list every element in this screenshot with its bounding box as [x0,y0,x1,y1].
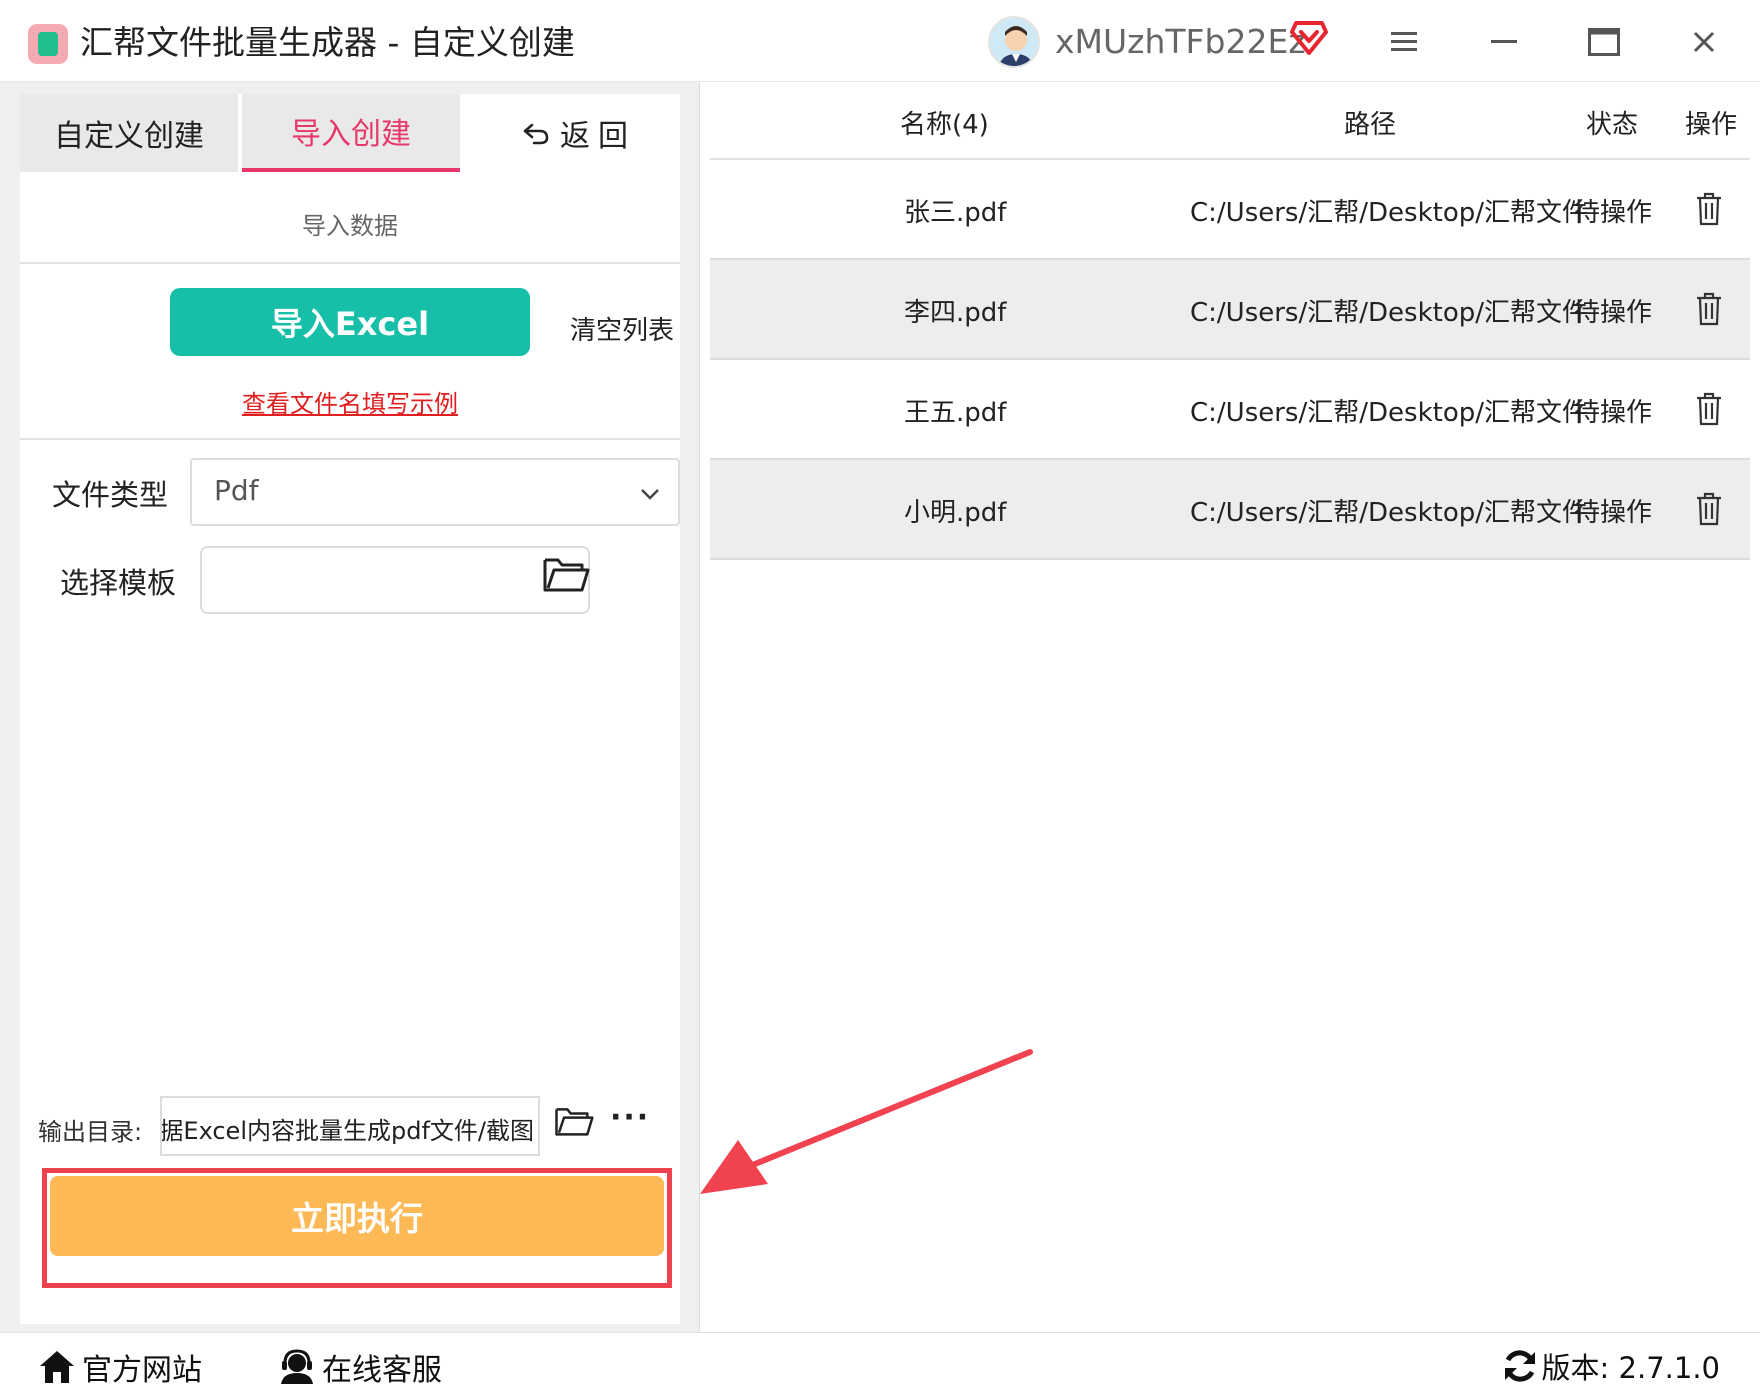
row-path: C:/Users/汇帮/Desktop/汇帮文件 [1190,498,1588,528]
tab-import-create[interactable]: 导入创建 [242,94,460,172]
close-button[interactable] [1680,18,1728,66]
output-dir-value: 据Excel内容批量生成pdf文件/截图 [160,1117,534,1145]
output-folder-button[interactable] [554,1104,594,1142]
maximize-icon [1588,28,1620,56]
support-label: 在线客服 [322,1353,442,1388]
minimize-button[interactable] [1480,18,1528,66]
website-label: 官方网站 [82,1353,202,1388]
table-row[interactable]: 小明.pdf C:/Users/汇帮/Desktop/汇帮文件 待操作 [710,460,1750,560]
row-status: 待操作 [1574,298,1653,328]
more-options-button[interactable]: ··· [610,1100,650,1135]
row-status: 待操作 [1574,398,1653,428]
version-info: 版本: 2.7.1.0 [1502,1345,1720,1387]
row-path: C:/Users/汇帮/Desktop/汇帮文件 [1190,398,1588,428]
online-support-link[interactable]: 在线客服 [278,1345,442,1389]
row-path: C:/Users/汇帮/Desktop/汇帮文件 [1190,298,1588,328]
chevron-down-icon [641,489,659,500]
close-icon [1693,31,1715,53]
clear-list-button[interactable]: 清空列表 [570,310,674,347]
execute-button[interactable]: 立即执行 [50,1176,664,1256]
official-website-link[interactable]: 官方网站 [38,1345,202,1389]
trash-icon[interactable] [1694,392,1724,426]
divider [20,262,680,264]
back-button[interactable]: 返回 [484,94,674,172]
trash-icon[interactable] [1694,292,1724,326]
version-label: 版本: 2.7.1.0 [1541,1351,1720,1385]
row-path: C:/Users/汇帮/Desktop/汇帮文件 [1190,198,1588,228]
section-title: 导入数据 [302,212,398,240]
footer-bar: 官方网站 在线客服 版本: 2.7.1.0 [0,1332,1760,1400]
file-type-label: 文件类型 [52,478,169,512]
left-panel: 自定义创建 导入创建 返回 导入数据 导入Excel 清空列表 查看文件名填写示… [0,82,700,1332]
table-header: 名称(4) 路径 状态 操作 [710,82,1750,160]
template-folder-button[interactable] [542,554,590,598]
filename-example-link[interactable]: 查看文件名填写示例 [20,384,680,419]
annotation-arrow-icon [700,1049,1033,1194]
divider [20,438,680,440]
vip-heart-icon[interactable] [1290,20,1328,56]
username[interactable]: xMUzhTFb22Ez [1055,20,1306,64]
menu-button[interactable] [1380,18,1428,66]
back-arrow-icon [523,123,549,145]
template-label: 选择模板 [60,566,177,600]
menu-icon [1391,32,1417,51]
folder-icon [555,1108,594,1136]
app-logo-icon [28,24,68,64]
row-name: 王五.pdf [904,398,1007,428]
header-name: 名称(4) [900,110,989,140]
row-name: 张三.pdf [904,198,1007,228]
header-path: 路径 [1344,110,1397,140]
header-action: 操作 [1685,110,1738,140]
trash-icon[interactable] [1694,492,1724,526]
import-card: 自定义创建 导入创建 返回 导入数据 导入Excel 清空列表 查看文件名填写示… [20,94,680,1324]
table-row[interactable]: 李四.pdf C:/Users/汇帮/Desktop/汇帮文件 待操作 [710,260,1750,360]
row-status: 待操作 [1574,498,1653,528]
support-agent-icon [281,1349,313,1384]
row-name: 李四.pdf [904,298,1007,328]
folder-icon [543,558,590,592]
tab-custom-create[interactable]: 自定义创建 [20,94,238,172]
tab-bar: 自定义创建 导入创建 返回 [20,94,680,174]
avatar[interactable] [988,16,1040,68]
maximize-button[interactable] [1580,18,1628,66]
title-bar: 汇帮文件批量生成器 - 自定义创建 xMUzhTFb22Ez [0,0,1760,82]
output-dir-input[interactable]: 据Excel内容批量生成pdf文件/截图 [160,1096,540,1156]
import-excel-button[interactable]: 导入Excel [170,288,530,356]
minimize-icon [1491,40,1517,43]
file-type-select[interactable]: Pdf [190,458,680,526]
table-row[interactable]: 张三.pdf C:/Users/汇帮/Desktop/汇帮文件 待操作 [710,160,1750,260]
file-type-value: Pdf [214,474,259,507]
trash-icon[interactable] [1694,192,1724,226]
row-name: 小明.pdf [904,498,1007,528]
table-row[interactable]: 王五.pdf C:/Users/汇帮/Desktop/汇帮文件 待操作 [710,360,1750,460]
row-status: 待操作 [1574,198,1653,228]
refresh-icon [1504,1350,1535,1382]
window-title: 汇帮文件批量生成器 - 自定义创建 [80,23,575,62]
back-label: 返回 [560,119,636,154]
output-dir-label: 输出目录: [38,1118,143,1146]
header-status: 状态 [1586,110,1639,140]
home-icon [40,1351,74,1383]
template-input[interactable] [200,546,590,614]
